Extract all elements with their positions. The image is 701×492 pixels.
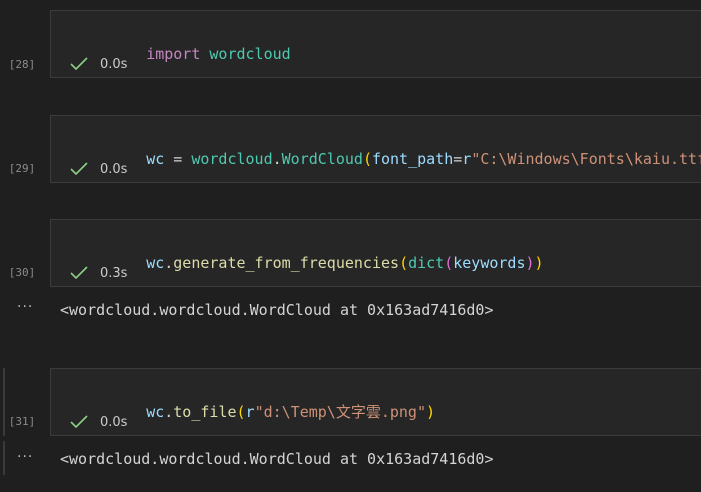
- code-token: to_file: [173, 403, 237, 421]
- code-token: generate_from_frequencies: [173, 254, 400, 272]
- code-token: wc: [146, 403, 165, 421]
- code-token: wc: [146, 254, 165, 272]
- execution-time: 0.0s: [100, 56, 128, 72]
- execution-status: 0.0s: [70, 56, 127, 72]
- output-selection-bar: [3, 441, 5, 475]
- code-line[interactable]: wc.to_file(r"d:\Temp\文字雲.png"): [92, 382, 435, 442]
- cell-output: <wordcloud.wordcloud.WordCloud at 0x163a…: [60, 450, 494, 468]
- code-token: ): [525, 254, 535, 272]
- code-token: =: [453, 150, 463, 168]
- code-token: wordcloud: [191, 150, 273, 168]
- code-token: font_path: [371, 150, 454, 168]
- code-token: ): [426, 403, 436, 421]
- code-token: "C:\Windows\Fonts\kaiu.ttf": [471, 150, 701, 168]
- code-token: r: [462, 150, 472, 168]
- execution-status: 0.3s: [70, 265, 127, 281]
- ellipsis-icon[interactable]: ···: [17, 299, 33, 315]
- code-token: WordCloud: [281, 150, 363, 168]
- code-cell-editor[interactable]: import wordcloud 0.0s: [50, 10, 701, 78]
- code-token: wc: [146, 150, 165, 168]
- code-token: keywords: [453, 254, 526, 272]
- check-icon: [70, 266, 88, 280]
- execution-count: [29]: [8, 162, 36, 175]
- code-cell-editor[interactable]: wc = wordcloud.WordCloud(font_path=r"C:\…: [50, 115, 701, 183]
- code-token: wordcloud: [209, 45, 291, 63]
- check-icon: [70, 162, 88, 176]
- code-cell-editor[interactable]: wc.to_file(r"d:\Temp\文字雲.png") 0.0s: [50, 368, 701, 436]
- execution-count: [28]: [8, 58, 36, 71]
- code-token: (: [362, 150, 372, 168]
- ellipsis-icon[interactable]: ···: [17, 449, 33, 465]
- code-cell-editor[interactable]: wc.generate_from_frequencies(dict(keywor…: [50, 219, 701, 287]
- code-token: "d:\Temp\文字雲.png": [254, 403, 426, 421]
- code-token: (: [444, 254, 454, 272]
- execution-status: 0.0s: [70, 414, 127, 430]
- code-token: =: [164, 150, 192, 168]
- execution-status: 0.0s: [70, 161, 127, 177]
- check-icon: [70, 415, 88, 429]
- code-token: .: [272, 150, 282, 168]
- execution-count: [31]: [8, 415, 36, 428]
- check-icon: [70, 57, 88, 71]
- code-token: .: [164, 403, 174, 421]
- code-token: dict: [408, 254, 445, 272]
- code-line[interactable]: wc.generate_from_frequencies(dict(keywor…: [92, 233, 544, 293]
- execution-time: 0.3s: [100, 265, 128, 281]
- code-token: ): [534, 254, 544, 272]
- code-token: r: [245, 403, 255, 421]
- code-token: (: [399, 254, 409, 272]
- execution-count: [30]: [8, 266, 36, 279]
- code-line[interactable]: import wordcloud: [92, 24, 291, 84]
- execution-time: 0.0s: [100, 161, 128, 177]
- code-line[interactable]: wc = wordcloud.WordCloud(font_path=r"C:\…: [92, 129, 701, 189]
- cell-output: <wordcloud.wordcloud.WordCloud at 0x163a…: [60, 301, 494, 319]
- code-token: import: [146, 45, 201, 63]
- execution-time: 0.0s: [100, 414, 128, 430]
- code-token: .: [164, 254, 174, 272]
- code-token: (: [236, 403, 246, 421]
